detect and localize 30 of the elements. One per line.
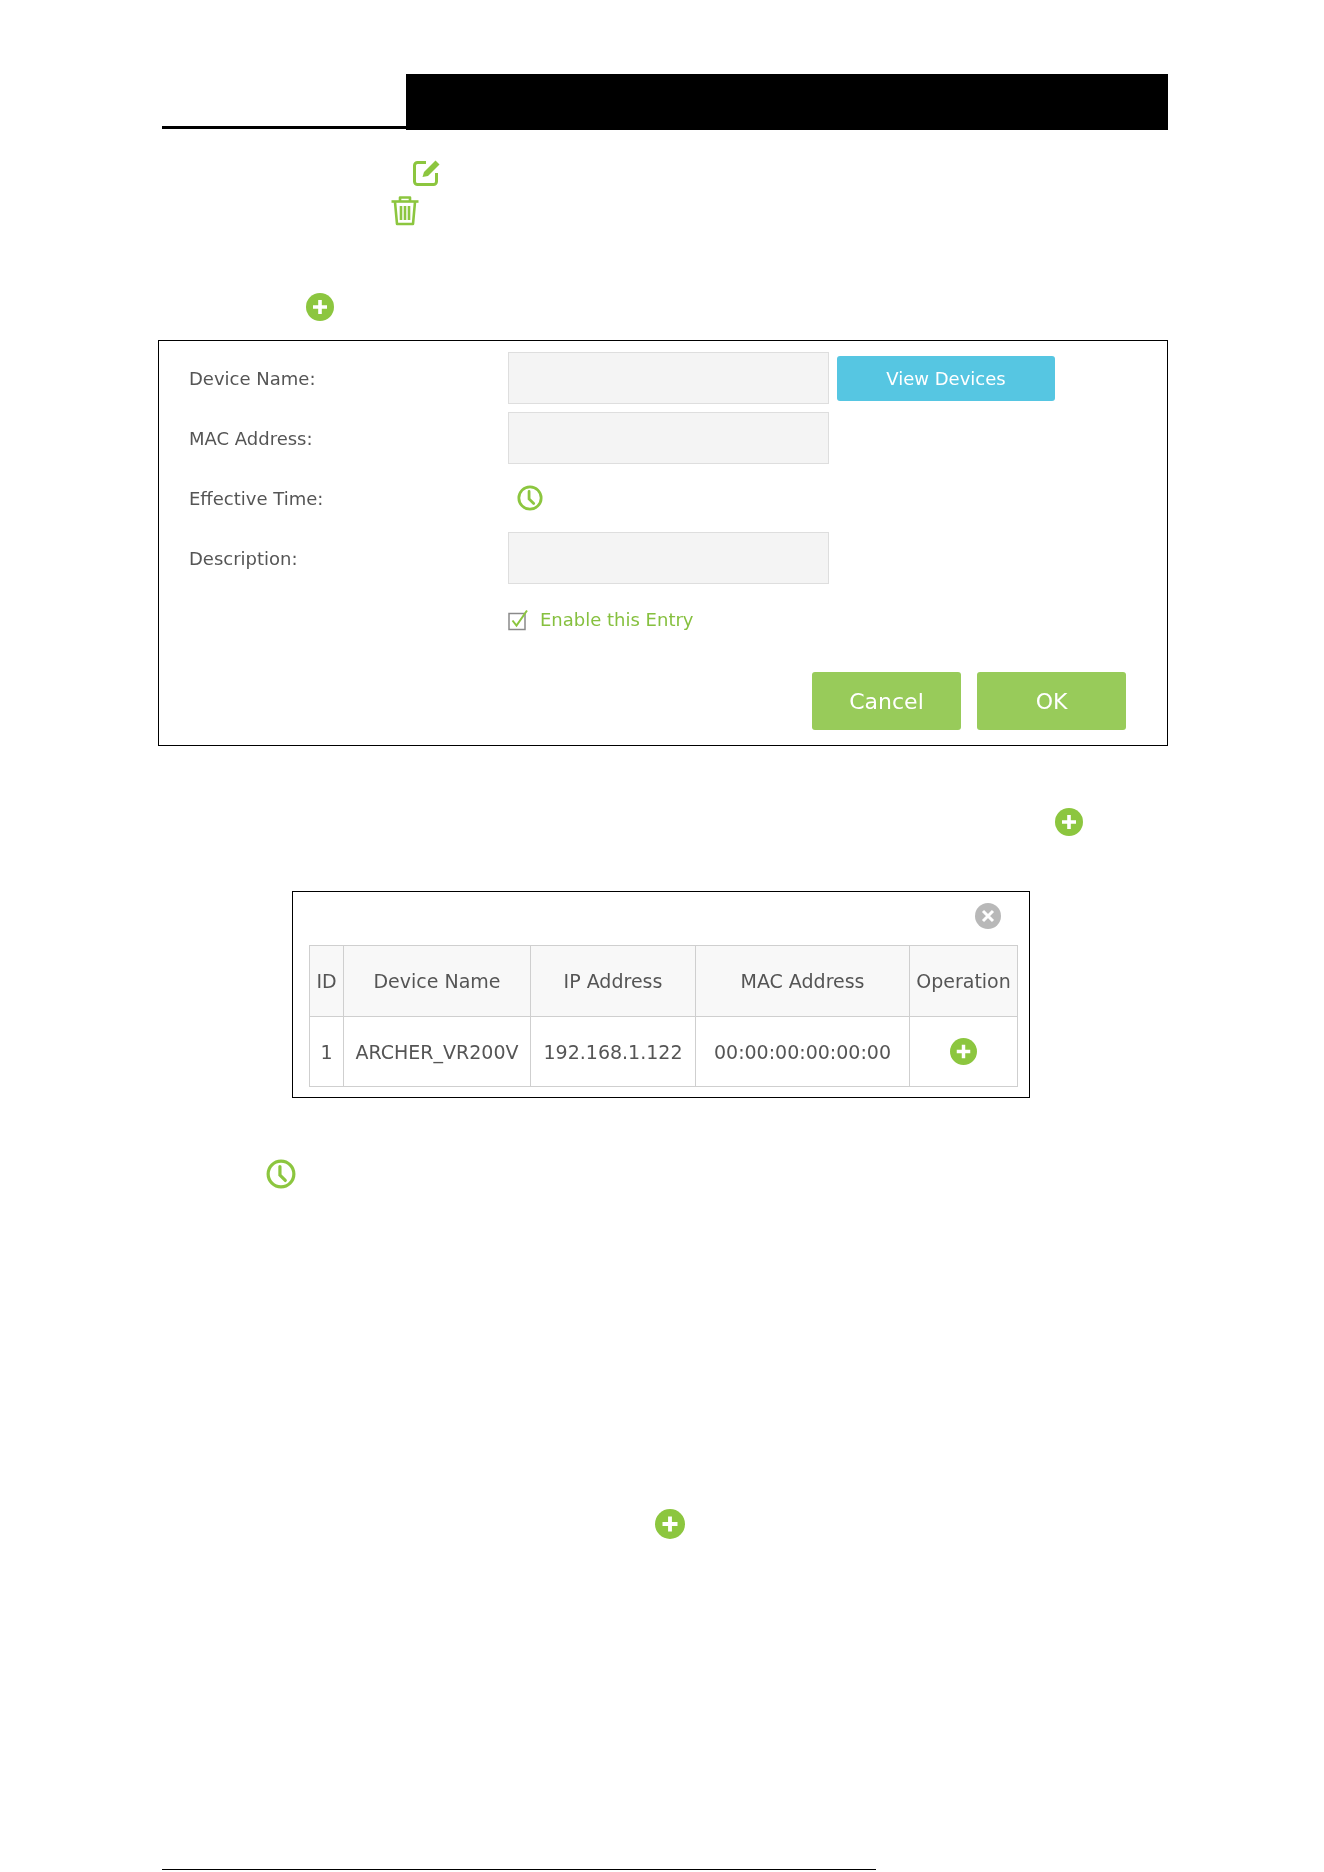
close-icon[interactable] <box>975 903 1001 929</box>
table-cell: 1 <box>309 1016 344 1087</box>
field-label: MAC Address: <box>189 427 313 449</box>
input-field[interactable] <box>508 412 829 464</box>
add-icon[interactable] <box>306 293 334 321</box>
view-devices-button[interactable]: View Devices <box>837 355 1055 401</box>
checkbox-label: Enable this Entry <box>540 609 694 631</box>
add-icon[interactable] <box>655 1509 685 1539</box>
column-header: IP Address <box>530 945 696 1017</box>
table-cell: ARCHER_VR200V <box>343 1016 531 1087</box>
field-label: Description: <box>189 547 298 569</box>
input-field[interactable] <box>508 532 829 584</box>
column-header: Operation <box>909 945 1018 1017</box>
ok-button[interactable]: OK <box>977 672 1126 730</box>
field-label: Device Name: <box>189 367 316 389</box>
table-cell: 192.168.1.122 <box>530 1016 696 1087</box>
input-field[interactable] <box>508 352 829 404</box>
clock-icon[interactable] <box>266 1159 296 1189</box>
column-header: Device Name <box>343 945 531 1017</box>
add-icon[interactable] <box>1055 808 1083 836</box>
table-cell: 00:00:00:00:00:00 <box>695 1016 910 1087</box>
trash-icon[interactable] <box>390 195 420 226</box>
cancel-button[interactable]: Cancel <box>812 672 961 730</box>
checkbox[interactable] <box>508 609 530 631</box>
clock-icon[interactable] <box>517 485 543 511</box>
add-icon[interactable] <box>950 1038 977 1065</box>
column-header: ID <box>309 945 344 1017</box>
field-label: Effective Time: <box>189 487 324 509</box>
edit-icon[interactable] <box>413 159 441 186</box>
column-header: MAC Address <box>695 945 910 1017</box>
